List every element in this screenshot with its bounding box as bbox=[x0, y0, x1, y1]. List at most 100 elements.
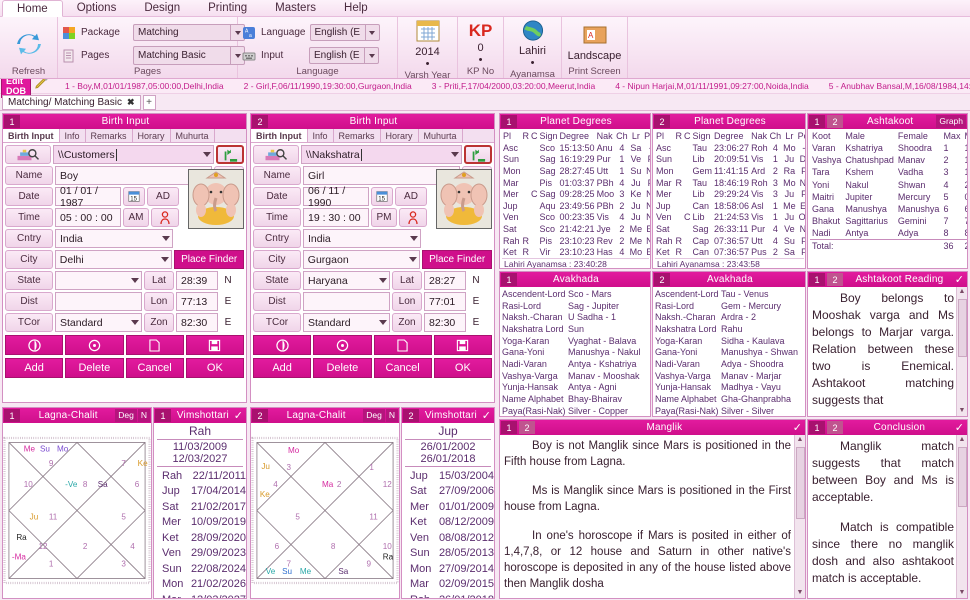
chevron-down-icon[interactable] bbox=[379, 278, 387, 283]
birth2-era-button[interactable]: AD bbox=[395, 187, 427, 206]
birth2-state-input[interactable]: Haryana bbox=[303, 271, 390, 290]
birth1-time-input[interactable]: 05 : 00 : 00 bbox=[55, 208, 121, 227]
birth1-lat-button[interactable]: Lat bbox=[144, 271, 174, 290]
dob-entry-3[interactable]: 3 - Priti,F,17/04/2000,03:20:00,Meerut,I… bbox=[422, 81, 606, 91]
scroll-up-icon[interactable]: ▲ bbox=[797, 435, 804, 445]
birth2-lat-button[interactable]: Lat bbox=[392, 271, 422, 290]
upload-folder-icon[interactable] bbox=[464, 145, 492, 164]
deg-button[interactable]: Deg bbox=[115, 409, 137, 422]
sun-icon[interactable] bbox=[65, 335, 123, 355]
birth2-lat-input[interactable]: 28:27 bbox=[424, 271, 466, 290]
scroll-down-icon[interactable]: ▼ bbox=[959, 406, 966, 416]
person-icon[interactable] bbox=[151, 208, 179, 227]
birth1-lon-input[interactable]: 77:13 bbox=[176, 292, 218, 311]
scroll-up-icon[interactable]: ▲ bbox=[959, 287, 966, 297]
chevron-down-icon[interactable] bbox=[410, 236, 418, 241]
chevron-down-icon[interactable] bbox=[131, 320, 139, 325]
birth1-ok-button[interactable]: OK bbox=[186, 358, 244, 378]
close-icon[interactable]: ✖ bbox=[127, 97, 135, 108]
vertical-scrollbar[interactable]: ▲ ▼ bbox=[794, 435, 805, 598]
menu-item-home[interactable]: Home bbox=[2, 0, 63, 17]
check-icon[interactable]: ✓ bbox=[482, 409, 491, 422]
vimshottari-row[interactable]: Sun22/08/2024 bbox=[154, 561, 246, 577]
birth2-lon-input[interactable]: 77:01 bbox=[424, 292, 466, 311]
check-icon[interactable]: ✓ bbox=[793, 421, 802, 434]
vimshottari-row[interactable]: Ven08/08/2012 bbox=[402, 530, 494, 546]
input-select[interactable]: English (E bbox=[309, 47, 379, 64]
scrollbar-thumb[interactable] bbox=[796, 447, 805, 519]
vimshottari-row[interactable]: Ket28/09/2020 bbox=[154, 530, 246, 546]
birth2-add-button[interactable]: Add bbox=[253, 358, 311, 378]
birth1-path-input[interactable]: \\Customers bbox=[53, 145, 214, 164]
vimshottari-row[interactable]: Jup17/04/2014 bbox=[154, 484, 246, 500]
menu-item-masters[interactable]: Masters bbox=[261, 0, 330, 16]
birth2-place-finder-button[interactable]: Place Finder bbox=[422, 250, 492, 269]
birth2-subtab-horary[interactable]: Horary bbox=[381, 129, 419, 142]
language-select[interactable]: English (E bbox=[310, 24, 380, 41]
birth1-subtab-info[interactable]: Info bbox=[60, 129, 86, 142]
birth2-path-input[interactable]: \\Nakshatra bbox=[301, 145, 462, 164]
sun-icon[interactable] bbox=[313, 335, 371, 355]
birth2-time-input[interactable]: 19 : 30 : 00 bbox=[303, 208, 369, 227]
dob-entry-5[interactable]: 5 - Anubhav Bansal,M,16/08/1984,14:43:00… bbox=[819, 81, 970, 91]
upload-folder-icon[interactable] bbox=[216, 145, 244, 164]
vertical-scrollbar[interactable]: ▲ ▼ bbox=[956, 287, 967, 416]
chevron-down-icon[interactable] bbox=[131, 278, 139, 283]
scroll-down-icon[interactable]: ▼ bbox=[797, 588, 804, 598]
add-tab-button[interactable]: + bbox=[143, 95, 156, 110]
birth1-tcor-input[interactable]: Standard bbox=[55, 313, 142, 332]
vimshottari-row[interactable]: Sat27/09/2006 bbox=[402, 484, 494, 500]
vimshottari-row[interactable]: Jup15/03/2004 bbox=[402, 468, 494, 484]
vimshottari-row[interactable]: Sat21/02/2017 bbox=[154, 499, 246, 515]
chevron-down-icon[interactable] bbox=[451, 152, 459, 157]
panel-index-2[interactable]: 2 bbox=[519, 421, 535, 434]
calendar-15-icon[interactable]: 15 bbox=[123, 187, 145, 206]
birth1-city-input[interactable]: Delhi bbox=[55, 250, 173, 269]
check-icon[interactable]: ✓ bbox=[955, 421, 964, 434]
panel-index-2[interactable]: 2 bbox=[827, 421, 843, 434]
page-icon[interactable] bbox=[126, 335, 184, 355]
globe-icon[interactable] bbox=[5, 335, 63, 355]
search-place-icon[interactable] bbox=[5, 145, 51, 164]
birth2-cntry-input[interactable]: India bbox=[303, 229, 421, 248]
document-tab-matching[interactable]: Matching/ Matching Basic ✖ bbox=[2, 95, 141, 110]
birth1-delete-button[interactable]: Delete bbox=[65, 358, 123, 378]
north-style-button[interactable]: N bbox=[386, 409, 398, 422]
person-icon[interactable] bbox=[399, 208, 427, 227]
birth2-subtab-info[interactable]: Info bbox=[308, 129, 334, 142]
pages-select[interactable]: Matching Basic bbox=[133, 46, 245, 65]
vimshottari-row[interactable]: Mar02/09/2015 bbox=[402, 577, 494, 593]
search-place-icon[interactable] bbox=[253, 145, 299, 164]
menu-item-options[interactable]: Options bbox=[63, 0, 131, 16]
chevron-down-icon[interactable] bbox=[203, 152, 211, 157]
birth1-dist-input[interactable] bbox=[55, 292, 142, 311]
vimshottari-row[interactable]: Mon27/09/2014 bbox=[402, 561, 494, 577]
birth2-dist-input[interactable] bbox=[303, 292, 390, 311]
birth2-delete-button[interactable]: Delete bbox=[313, 358, 371, 378]
panel-index-1[interactable]: 1 bbox=[809, 115, 825, 128]
birth2-city-input[interactable]: Gurgaon bbox=[303, 250, 421, 269]
kundli-chart-2[interactable]: 314212511681079MoJuMaKeRaVeSuMeSa bbox=[251, 423, 399, 598]
chevron-down-icon[interactable] bbox=[162, 236, 170, 241]
dob-entry-1[interactable]: 1 - Boy,M,01/01/1987,05:00:00,Delhi,Indi… bbox=[55, 81, 234, 91]
birth2-zon-input[interactable]: 82:30 bbox=[424, 313, 466, 332]
panel-index-1[interactable]: 1 bbox=[4, 409, 20, 422]
scrollbar-thumb[interactable] bbox=[958, 299, 967, 357]
birth1-state-input[interactable] bbox=[55, 271, 142, 290]
globe-icon[interactable] bbox=[253, 335, 311, 355]
menu-item-design[interactable]: Design bbox=[130, 0, 194, 16]
vimshottari-row[interactable]: Rah22/11/2011 bbox=[154, 468, 246, 484]
vimshottari-row[interactable]: Rah26/01/2018 bbox=[402, 592, 494, 598]
panel-index-2[interactable]: 2 bbox=[654, 273, 670, 286]
birth2-subtab-muhurta[interactable]: Muhurta bbox=[419, 129, 463, 142]
check-icon[interactable]: ✓ bbox=[955, 273, 964, 286]
birth1-zon-button[interactable]: Zon bbox=[144, 313, 174, 332]
birth1-date-input[interactable]: 01 / 01 / 1987 bbox=[55, 187, 121, 206]
pencil-icon[interactable] bbox=[35, 79, 49, 93]
birth1-cntry-input[interactable]: India bbox=[55, 229, 173, 248]
vimshottari-row[interactable]: Mer10/09/2019 bbox=[154, 515, 246, 531]
panel-index-2[interactable]: 2 bbox=[252, 115, 268, 128]
panel-index-2[interactable]: 2 bbox=[827, 273, 843, 286]
chevron-down-icon[interactable] bbox=[409, 257, 417, 262]
panel-index-1[interactable]: 1 bbox=[809, 421, 825, 434]
